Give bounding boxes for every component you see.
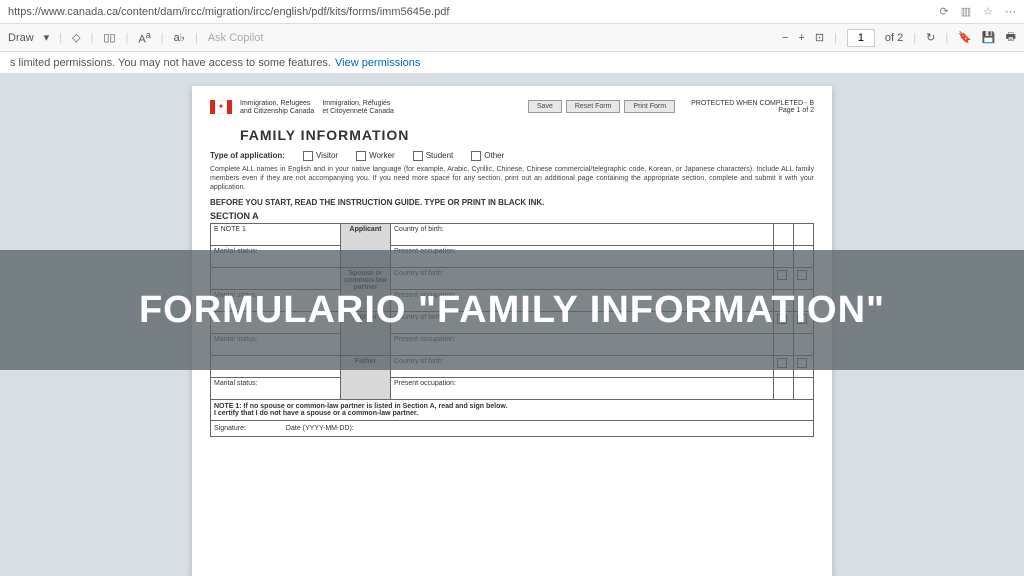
more-icon[interactable]: ⋯ — [1005, 5, 1016, 18]
text-size-icon[interactable]: Aa — [138, 30, 150, 46]
other-checkbox[interactable] — [471, 151, 481, 161]
browser-actions: ⟳ ▥ ☆ ⋯ — [940, 5, 1017, 18]
note-ref-cell: E NOTE 1 — [211, 224, 341, 246]
draw-button[interactable]: Draw — [8, 32, 34, 44]
form-title: FAMILY INFORMATION — [240, 127, 814, 143]
visitor-checkbox[interactable] — [303, 151, 313, 161]
page-view-icon[interactable]: ▯▯ — [103, 31, 115, 44]
type-label: Type of application: — [210, 151, 285, 160]
protected-label: PROTECTED WHEN COMPLETED - B Page 1 of 2 — [691, 100, 814, 114]
dept-en: Immigration, Refugees and Citizenship Ca… — [240, 100, 314, 117]
url-text: https://www.canada.ca/content/dam/ircc/m… — [8, 6, 449, 18]
student-checkbox[interactable] — [413, 151, 423, 161]
chevron-down-icon[interactable]: ▾ — [44, 31, 50, 44]
page-number-input[interactable] — [847, 29, 875, 47]
signature-label[interactable]: Signature: — [214, 425, 246, 432]
print-form-button[interactable]: Print Form — [624, 100, 675, 113]
date-label[interactable]: Date (YYYY-MM-DD): — [286, 425, 354, 432]
permission-text: s limited permissions. You may not have … — [10, 57, 331, 69]
permission-bar: s limited permissions. You may not have … — [0, 52, 1024, 74]
instructions: Complete ALL names in English and in you… — [210, 165, 814, 192]
section-a-label: SECTION A — [210, 211, 814, 221]
canada-flag-icon: ✦ — [210, 100, 232, 114]
application-type-row: Type of application: Visitor Worker Stud… — [210, 151, 814, 161]
view-permissions-link[interactable]: View permissions — [335, 57, 420, 69]
fit-page-icon[interactable]: ⊡ — [815, 31, 824, 44]
dept-fr: Immigration, Réfugiés et Citoyenneté Can… — [322, 100, 394, 117]
refresh-icon[interactable]: ⟳ — [940, 5, 949, 18]
eraser-icon[interactable]: ◇ — [72, 31, 80, 44]
father-occupation[interactable]: Present occupation: — [391, 378, 774, 400]
rotate-icon[interactable]: ↻ — [926, 31, 935, 44]
signature-row: Signature: Date (YYYY-MM-DD): — [210, 421, 814, 437]
favorite-icon[interactable]: ☆ — [983, 5, 993, 18]
father-marital[interactable]: Marital status: — [211, 378, 341, 400]
bookmark-icon[interactable]: 🔖 — [958, 31, 972, 44]
before-start: BEFORE YOU START, READ THE INSTRUCTION G… — [210, 198, 814, 207]
url-bar: https://www.canada.ca/content/dam/ircc/m… — [0, 0, 1024, 24]
extension-icon[interactable]: ▥ — [961, 5, 971, 18]
note1-box: NOTE 1: If no spouse or common-law partn… — [210, 400, 814, 421]
save-icon[interactable]: 💾 — [982, 31, 996, 44]
applicant-country[interactable]: Country of birth: — [391, 224, 774, 246]
pdf-toolbar: Draw ▾ | ◇ | ▯▯ | Aa | a♭ | Ask Copilot … — [0, 24, 1024, 52]
overlay-text: FORMULARIO "FAMILY INFORMATION" — [139, 289, 885, 332]
worker-checkbox[interactable] — [356, 151, 366, 161]
title-overlay: FORMULARIO "FAMILY INFORMATION" — [0, 250, 1024, 370]
zoom-out-icon[interactable]: − — [782, 32, 788, 44]
save-button[interactable]: Save — [528, 100, 562, 113]
read-aloud-icon[interactable]: a♭ — [174, 31, 185, 44]
copilot-input[interactable]: Ask Copilot — [208, 32, 264, 44]
reset-form-button[interactable]: Reset Form — [566, 100, 621, 113]
zoom-in-icon[interactable]: + — [798, 32, 804, 44]
page-total: of 2 — [885, 32, 903, 44]
print-icon[interactable]: 🖶 — [1006, 28, 1016, 47]
